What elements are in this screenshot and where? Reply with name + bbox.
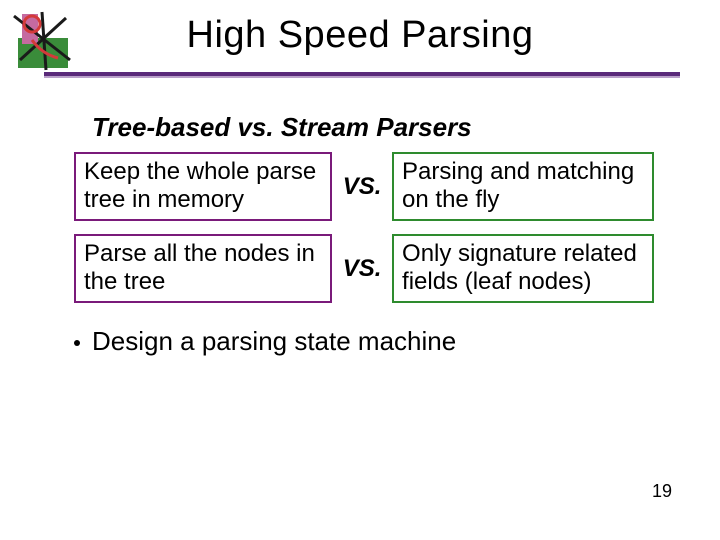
vs-label: VS.: [340, 255, 384, 283]
slide: High Speed Parsing Tree-based vs. Stream…: [0, 0, 720, 540]
comparison-row-2: Parse all the nodes in the tree VS. Only…: [74, 234, 654, 303]
bullet-text: Design a parsing state machine: [92, 326, 456, 357]
bullet-item: Design a parsing state machine: [74, 326, 456, 357]
vs-label: VS.: [340, 173, 384, 201]
bullet-dot-icon: [74, 340, 80, 346]
slide-title: High Speed Parsing: [0, 14, 720, 57]
subheading: Tree-based vs. Stream Parsers: [92, 112, 472, 143]
tree-based-box: Keep the whole parse tree in memory: [74, 152, 332, 221]
stream-box: Parsing and matching on the fly: [392, 152, 654, 221]
page-number: 19: [652, 481, 672, 502]
tree-based-box: Parse all the nodes in the tree: [74, 234, 332, 303]
comparison-row-1: Keep the whole parse tree in memory VS. …: [74, 152, 654, 221]
stream-box: Only signature related fields (leaf node…: [392, 234, 654, 303]
title-rule: [44, 72, 680, 76]
